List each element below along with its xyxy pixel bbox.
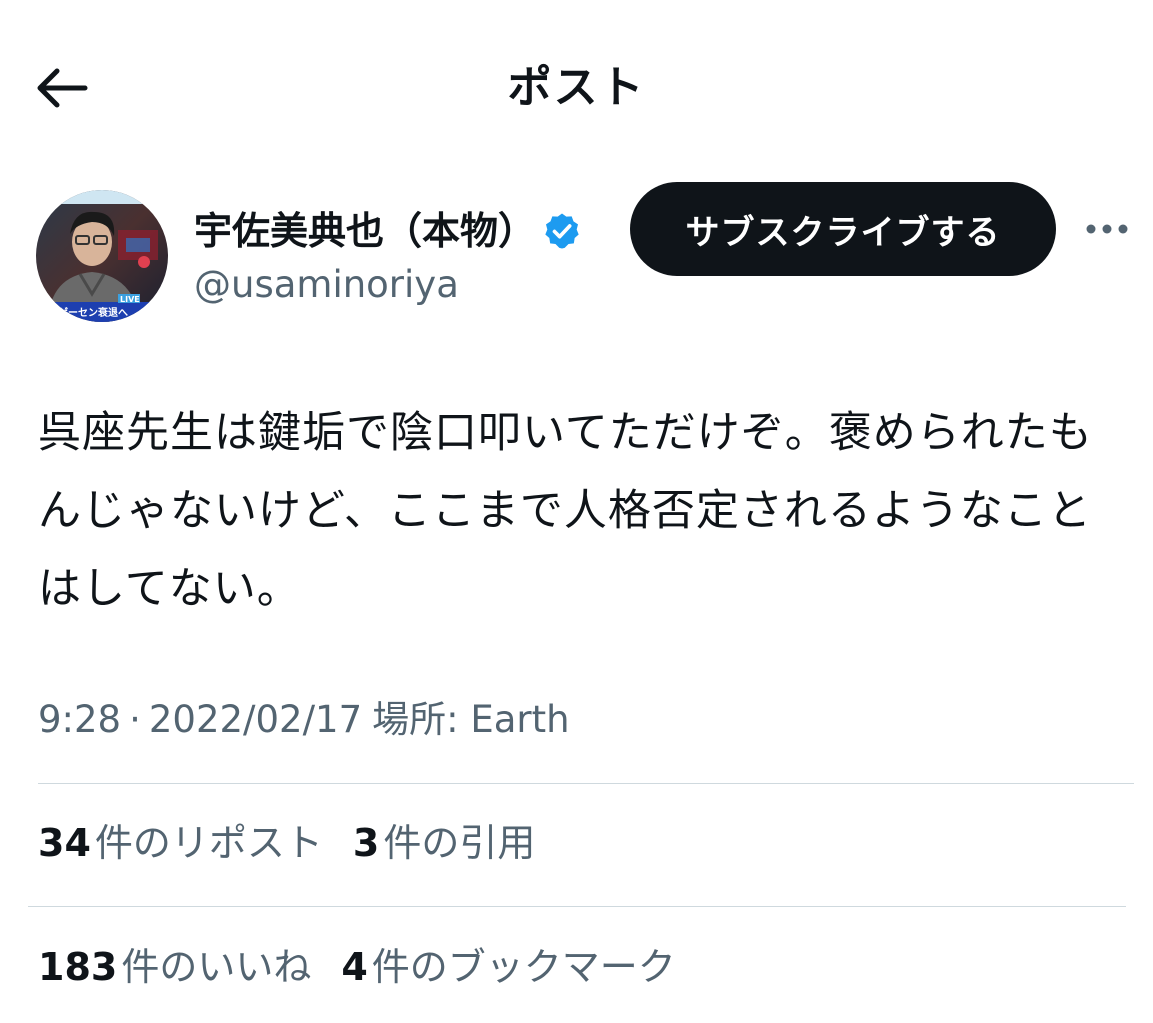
verified-badge-icon [545, 213, 579, 249]
more-options-button[interactable] [1084, 212, 1130, 246]
like-count-link[interactable]: 183 件のいいね [38, 940, 311, 994]
more-dots-icon [1086, 224, 1128, 234]
quote-label: 件の引用 [383, 821, 536, 865]
avatar-caption: ゲーセン衰退へ [58, 306, 128, 319]
bookmark-count-link[interactable]: 4 件のブックマーク [341, 940, 675, 994]
like-count: 183 [38, 945, 118, 989]
avatar-live-label: LIVE [120, 295, 140, 304]
stats-row-reposts: 34 件のリポスト 3 件の引用 [38, 816, 565, 870]
avatar[interactable]: LIVE ゲーセン衰退へ [36, 190, 168, 322]
like-label: 件のいいね [121, 945, 312, 989]
tweet-meta: 9:28 · 2022/02/17 場所: Earth [38, 696, 570, 744]
stats-row-likes: 183 件のいいね 4 件のブックマーク [38, 940, 706, 994]
repost-label: 件のリポスト [94, 821, 323, 865]
subscribe-button[interactable]: サブスクライブする [630, 182, 1056, 276]
tweet-location: 場所: Earth [372, 698, 570, 741]
display-name: 宇佐美典也（本物） [194, 209, 537, 253]
repost-count: 34 [38, 821, 91, 865]
bookmark-count: 4 [341, 945, 368, 989]
repost-count-link[interactable]: 34 件のリポスト [38, 816, 323, 870]
user-handle[interactable]: @usaminoriya [194, 262, 459, 308]
meta-separator: · [129, 698, 141, 741]
tweet-text: 呉座先生は鍵垢で陰口叩いてただけぞ。褒められたもんじゃないけど、ここまで人格否定… [38, 408, 1093, 614]
bookmark-label: 件のブックマーク [371, 945, 676, 989]
page-title: ポスト [507, 62, 646, 113]
tweet-date[interactable]: 2022/02/17 [149, 698, 362, 741]
divider [28, 906, 1126, 907]
divider [38, 783, 1134, 784]
display-name-link[interactable]: 宇佐美典也（本物） [194, 205, 582, 257]
quote-count: 3 [352, 821, 380, 865]
tweet-time[interactable]: 9:28 [38, 698, 121, 741]
quote-count-link[interactable]: 3 件の引用 [353, 816, 535, 870]
